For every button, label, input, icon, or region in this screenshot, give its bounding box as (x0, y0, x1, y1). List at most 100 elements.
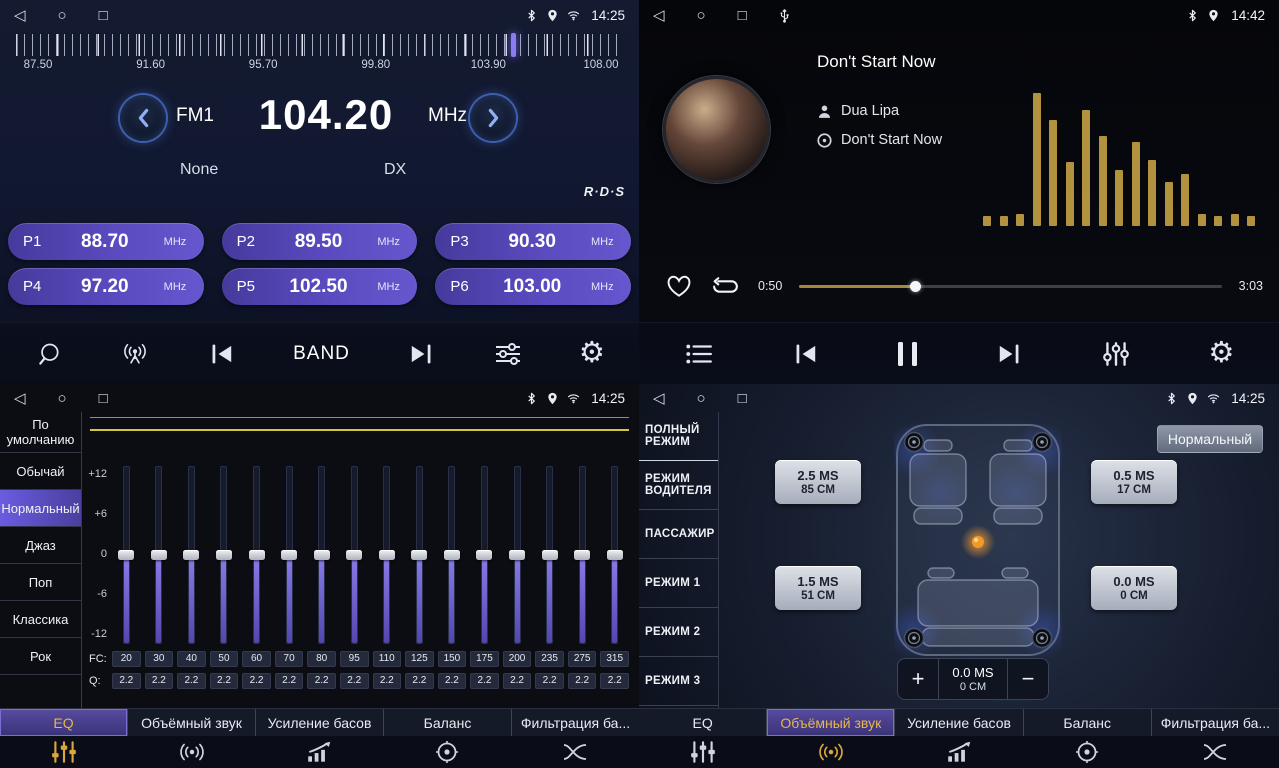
mode-2[interactable]: РЕЖИМ 2 (639, 608, 718, 657)
seek-handle[interactable] (910, 281, 921, 292)
eq-band-slider[interactable] (579, 466, 586, 644)
eq-band-handle[interactable] (151, 550, 167, 560)
settings-button[interactable]: ⚙ (579, 339, 605, 368)
previous-station-button[interactable] (207, 341, 237, 367)
delay-front-right[interactable]: 0.5 MS17 CM (1091, 460, 1177, 504)
eq-faders-icon[interactable] (639, 736, 767, 768)
eq-preset-normal[interactable]: Нормальный (0, 490, 81, 527)
recents-icon[interactable]: □ (99, 8, 108, 23)
tab-eq[interactable]: EQ (639, 709, 766, 736)
eq-band-slider[interactable] (318, 466, 325, 644)
eq-preset-custom[interactable]: Обычай (0, 453, 81, 490)
eq-band-slider[interactable] (351, 466, 358, 644)
home-icon[interactable]: ○ (58, 8, 67, 23)
recents-icon[interactable]: □ (738, 8, 747, 23)
tab-eq[interactable]: EQ (0, 709, 127, 736)
audio-settings-button[interactable] (493, 341, 523, 367)
repeat-button[interactable] (710, 277, 741, 296)
balance-icon[interactable] (1023, 736, 1151, 768)
pause-button[interactable] (898, 342, 917, 366)
preset-button-p2[interactable]: P289.50MHz (222, 223, 418, 260)
eq-band-slider[interactable] (383, 466, 390, 644)
preset-button-p6[interactable]: P6103.00MHz (435, 268, 631, 305)
seek-bar[interactable] (799, 279, 1221, 293)
back-icon[interactable]: ◁ (14, 8, 26, 23)
delay-front-left[interactable]: 2.5 MS85 CM (775, 460, 861, 504)
home-icon[interactable]: ○ (697, 8, 706, 23)
eq-band-handle[interactable] (574, 550, 590, 560)
frequency-scale[interactable]: 87.50 91.60 95.70 99.80 103.90 108.00 (0, 34, 639, 71)
eq-band-slider[interactable] (123, 466, 130, 644)
soundfield-preset-button[interactable]: Нормальный (1157, 425, 1263, 453)
mode-driver[interactable]: РЕЖИМ ВОДИТЕЛЯ (639, 461, 718, 510)
eq-band-handle[interactable] (476, 550, 492, 560)
mode-passenger[interactable]: ПАССАЖИР (639, 510, 718, 559)
home-icon[interactable]: ○ (697, 391, 706, 406)
eq-band-slider[interactable] (220, 466, 227, 644)
tab-balance[interactable]: Баланс (383, 709, 511, 736)
tab-surround-sound[interactable]: Объёмный звук (766, 709, 894, 736)
eq-band-handle[interactable] (249, 550, 265, 560)
tune-up-button[interactable] (470, 95, 516, 141)
preset-button-p4[interactable]: P497.20MHz (8, 268, 204, 305)
eq-preset-jazz[interactable]: Джаз (0, 527, 81, 564)
eq-band-handle[interactable] (346, 550, 362, 560)
home-icon[interactable]: ○ (58, 391, 67, 406)
tab-bass-boost[interactable]: Усиление басов (894, 709, 1022, 736)
back-icon[interactable]: ◁ (14, 391, 26, 406)
eq-band-slider[interactable] (155, 466, 162, 644)
tab-filter[interactable]: Фильтрация ба... (511, 709, 639, 736)
eq-band-slider[interactable] (286, 466, 293, 644)
eq-band-handle[interactable] (444, 550, 460, 560)
back-icon[interactable]: ◁ (653, 8, 665, 23)
frequency-ticks[interactable] (16, 34, 623, 56)
eq-preset-pop[interactable]: Поп (0, 564, 81, 601)
delay-rear-right[interactable]: 0.0 MS0 CM (1091, 566, 1177, 610)
preset-button-p1[interactable]: P188.70MHz (8, 223, 204, 260)
eq-band-handle[interactable] (542, 550, 558, 560)
tune-down-button[interactable] (120, 95, 166, 141)
next-station-button[interactable] (406, 341, 436, 367)
eq-band-slider[interactable] (546, 466, 553, 644)
scan-button[interactable] (34, 341, 64, 367)
tab-filter[interactable]: Фильтрация ба... (1151, 709, 1279, 736)
eq-band-slider[interactable] (188, 466, 195, 644)
recents-icon[interactable]: □ (738, 391, 747, 406)
recents-icon[interactable]: □ (99, 391, 108, 406)
eq-preset-default[interactable]: По умолчанию (0, 412, 81, 453)
delay-decrease-button[interactable]: − (1008, 659, 1048, 699)
surround-sound-icon[interactable] (128, 736, 256, 768)
eq-band-handle[interactable] (314, 550, 330, 560)
eq-band-slider[interactable] (253, 466, 260, 644)
eq-band-slider[interactable] (416, 466, 423, 644)
album-art[interactable] (663, 76, 770, 183)
eq-band-slider[interactable] (514, 466, 521, 644)
eq-band-slider[interactable] (611, 466, 618, 644)
frequency-pointer[interactable] (511, 33, 516, 57)
previous-track-button[interactable] (791, 341, 821, 367)
tab-bass-boost[interactable]: Усиление басов (255, 709, 383, 736)
surround-sound-icon[interactable] (767, 736, 895, 768)
eq-band-handle[interactable] (607, 550, 623, 560)
eq-band-handle[interactable] (379, 550, 395, 560)
crossover-filter-icon[interactable] (1151, 736, 1279, 768)
eq-band-handle[interactable] (216, 550, 232, 560)
balance-icon[interactable] (383, 736, 511, 768)
settings-button[interactable]: ⚙ (1208, 339, 1234, 368)
equalizer-button[interactable] (1101, 341, 1131, 367)
eq-preset-rock[interactable]: Рок (0, 638, 81, 675)
eq-band-handle[interactable] (509, 550, 525, 560)
eq-band-handle[interactable] (118, 550, 134, 560)
broadcast-button[interactable] (120, 341, 150, 367)
eq-faders-icon[interactable] (0, 736, 128, 768)
delay-rear-left[interactable]: 1.5 MS51 CM (775, 566, 861, 610)
eq-band-slider[interactable] (448, 466, 455, 644)
tab-balance[interactable]: Баланс (1023, 709, 1151, 736)
eq-band-handle[interactable] (281, 550, 297, 560)
preset-button-p5[interactable]: P5102.50MHz (222, 268, 418, 305)
mode-full[interactable]: ПОЛНЫЙ РЕЖИМ (639, 412, 718, 461)
tab-surround-sound[interactable]: Объёмный звук (127, 709, 255, 736)
eq-band-handle[interactable] (411, 550, 427, 560)
bass-boost-icon[interactable] (256, 736, 384, 768)
favorite-button[interactable] (665, 274, 693, 298)
